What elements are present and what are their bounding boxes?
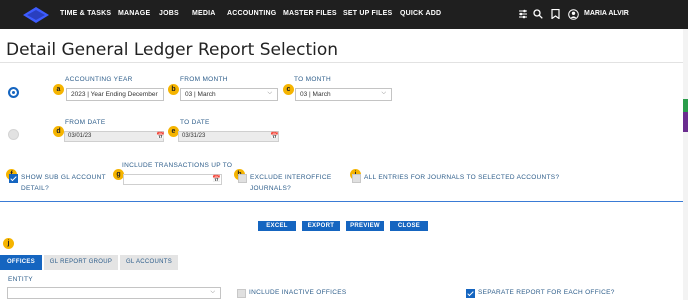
excel-button[interactable]: EXCEL	[258, 221, 296, 231]
show-sub-gl-label-line1: SHOW SUB GL ACCOUNT	[21, 174, 106, 181]
top-navigation-bar: TIME & TASKS MANAGE JOBS MEDIA ACCOUNTIN…	[0, 0, 688, 29]
from-month-label: FROM MONTH	[180, 76, 228, 83]
tab-gl-report-group[interactable]: GL REPORT GROUP	[44, 255, 118, 270]
side-strip-purple	[683, 112, 688, 132]
tab-gl-accounts[interactable]: GL ACCOUNTS	[120, 255, 178, 270]
include-inactive-label: INCLUDE INACTIVE OFFICES	[249, 289, 347, 296]
chevron-down-icon: ⌵	[381, 90, 386, 96]
section-divider	[0, 201, 683, 202]
to-date-label: TO DATE	[180, 119, 210, 126]
side-strip-green	[683, 99, 688, 112]
company-logo[interactable]	[23, 7, 49, 23]
search-icon[interactable]	[533, 9, 543, 19]
preview-button[interactable]: PREVIEW	[346, 221, 384, 231]
badge-b: b	[168, 84, 179, 95]
close-button[interactable]: CLOSE	[390, 221, 428, 231]
to-date-input[interactable]: 03/31/23	[178, 131, 279, 142]
accounting-year-label: ACCOUNTING YEAR	[65, 76, 133, 83]
nav-jobs[interactable]: JOBS	[159, 10, 179, 17]
include-transactions-label: INCLUDE TRANSACTIONS UP TO	[122, 162, 233, 169]
from-date-input[interactable]: 03/01/23	[64, 131, 164, 142]
calendar-icon[interactable]: 📅	[270, 132, 279, 140]
to-month-value: 03 | March	[300, 91, 331, 98]
user-icon[interactable]	[568, 9, 579, 20]
accounting-year-select[interactable]: 2023 | Year Ending December	[66, 88, 164, 101]
nav-media[interactable]: MEDIA	[192, 10, 216, 17]
nav-set-up-files[interactable]: SET UP FILES	[343, 10, 392, 17]
show-sub-gl-checkbox[interactable]	[9, 174, 18, 183]
bookmark-icon[interactable]	[551, 9, 560, 19]
tab-offices[interactable]: OFFICES	[0, 255, 42, 270]
date-range-radio[interactable]	[8, 129, 19, 140]
separate-report-checkbox[interactable]	[466, 289, 475, 298]
title-divider	[0, 62, 683, 63]
show-sub-gl-label-line2: DETAIL?	[21, 185, 49, 192]
chevron-down-icon: ⌵	[210, 289, 215, 295]
period-radio[interactable]	[8, 87, 19, 98]
all-entries-checkbox[interactable]	[352, 174, 361, 183]
accounting-year-value: 2023 | Year Ending December	[71, 91, 158, 98]
exclude-interoffice-label-line1: EXCLUDE INTEROFFICE	[250, 174, 332, 181]
badge-j: j	[3, 238, 14, 249]
entity-select[interactable]: ⌵	[7, 287, 221, 299]
calendar-icon[interactable]: 📅	[156, 132, 165, 140]
from-month-select[interactable]: 03 | March ⌵	[180, 88, 278, 101]
entity-label: ENTITY	[8, 276, 33, 283]
include-inactive-checkbox[interactable]	[237, 289, 246, 298]
chevron-down-icon: ⌵	[267, 90, 272, 96]
badge-d: d	[53, 126, 64, 137]
nav-manage[interactable]: MANAGE	[118, 10, 150, 17]
scrollbar-track-lower	[683, 132, 688, 300]
user-name[interactable]: MARIA ALVIR	[584, 10, 629, 17]
from-date-label: FROM DATE	[65, 119, 106, 126]
from-month-value: 03 | March	[185, 91, 216, 98]
export-button[interactable]: EXPORT	[302, 221, 340, 231]
to-date-value: 03/31/23	[182, 133, 206, 139]
to-month-label: TO MONTH	[294, 76, 331, 83]
from-date-value: 03/01/23	[68, 133, 92, 139]
exclude-interoffice-label-line2: JOURNALS?	[250, 185, 291, 192]
to-month-select[interactable]: 03 | March ⌵	[295, 88, 392, 101]
separate-report-label: SEPARATE REPORT FOR EACH OFFICE?	[478, 289, 615, 296]
scrollbar-track[interactable]	[683, 29, 688, 99]
badge-c: c	[283, 84, 294, 95]
all-entries-label: ALL ENTRIES FOR JOURNALS TO SELECTED ACC…	[364, 174, 560, 181]
calendar-icon[interactable]: 📅	[212, 175, 221, 183]
badge-a: a	[53, 84, 64, 95]
sliders-icon[interactable]	[518, 9, 528, 19]
nav-quick-add[interactable]: QUICK ADD	[400, 10, 441, 17]
page-title: Detail General Ledger Report Selection	[6, 40, 339, 60]
include-transactions-input[interactable]	[123, 174, 222, 185]
nav-accounting[interactable]: ACCOUNTING	[227, 10, 276, 17]
nav-time-tasks[interactable]: TIME & TASKS	[60, 10, 111, 17]
exclude-interoffice-checkbox[interactable]	[238, 174, 247, 183]
nav-master-files[interactable]: MASTER FILES	[283, 10, 337, 17]
